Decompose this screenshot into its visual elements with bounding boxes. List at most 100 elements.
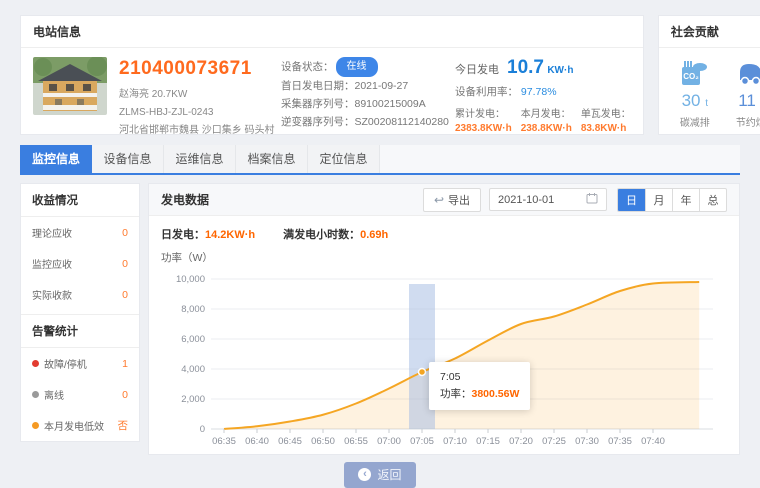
- online-status-badge: 在线: [336, 57, 378, 77]
- svg-text:07:10: 07:10: [443, 436, 467, 447]
- station-address: 河北省邯郸市魏县 沙口集乡 码头村: [119, 122, 269, 140]
- station-owner: 赵海亮 20.7KW: [119, 86, 269, 104]
- coal-label: 节约煤: [723, 114, 760, 129]
- fault-dot-icon: [32, 360, 39, 367]
- collector-serial-label: 采集器序列号：: [281, 95, 355, 113]
- fault-label: 故障/停机: [44, 360, 87, 371]
- svg-text:07:15: 07:15: [476, 436, 500, 447]
- tab-location[interactable]: 定位信息: [308, 145, 380, 173]
- offline-dot-icon: [32, 391, 39, 398]
- income-row-theoretical: 理论应收 0: [21, 217, 139, 248]
- income-panel-title: 收益情况: [21, 184, 139, 217]
- collector-serial-value: 89100215009A: [355, 95, 426, 113]
- date-value: 2021-10-01: [498, 194, 554, 206]
- utilization-value: 97.78%: [521, 86, 557, 98]
- svg-text:8,000: 8,000: [181, 304, 205, 315]
- alarm-row-fault: 故障/停机 1: [21, 348, 139, 379]
- device-status-label: 设备状态：: [281, 58, 334, 76]
- month-generation-label: 本月发电：: [521, 107, 572, 123]
- back-button[interactable]: ‹ 返回: [344, 462, 415, 488]
- station-id: 210400073671: [119, 58, 269, 80]
- alarm-row-inefficiency: 本月发电低效 否: [21, 410, 139, 441]
- social-contribution-card: 社会贡献 CO₂ 30 t 碳减排: [658, 15, 760, 135]
- full-hours-value: 0.69h: [360, 229, 388, 241]
- tab-bar: 监控信息 设备信息 运维信息 档案信息 定位信息: [20, 145, 740, 175]
- co2-label: 碳减排: [667, 114, 723, 129]
- total-generation-label: 累计发电：: [455, 107, 512, 123]
- total-generation-value: 2383.8KW·h: [455, 123, 512, 134]
- alarm-panel-title: 告警统计: [21, 314, 139, 348]
- coal-truck-icon: [723, 58, 760, 88]
- monitored-income-value: 0: [122, 258, 128, 270]
- inefficiency-dot-icon: [32, 422, 39, 429]
- today-generation-value: 10.7: [507, 57, 544, 78]
- export-label: 导出: [448, 192, 470, 208]
- full-hours-label: 满发电小时数：: [283, 229, 360, 241]
- theoretical-income-label: 理论应收: [32, 225, 72, 240]
- range-year-button[interactable]: 年: [672, 189, 699, 211]
- daily-generation-label: 日发电：: [161, 229, 205, 241]
- svg-text:07:25: 07:25: [542, 436, 566, 447]
- svg-text:2,000: 2,000: [181, 394, 205, 405]
- generation-data-card: 发电数据 ↩ 导出 2021-10-01 日 月 年 总 日: [148, 183, 740, 455]
- social-card-title: 社会贡献: [659, 16, 760, 48]
- tab-monitoring[interactable]: 监控信息: [20, 145, 92, 173]
- utilization-label: 设备利用率：: [455, 86, 518, 98]
- range-total-button[interactable]: 总: [699, 189, 726, 211]
- tab-equipment[interactable]: 设备信息: [92, 145, 164, 173]
- device-status-row: 设备状态： 在线: [281, 57, 443, 77]
- export-button[interactable]: ↩ 导出: [423, 188, 481, 212]
- month-generation-value: 238.8KW·h: [521, 123, 572, 134]
- station-model-code: ZLMS-HBJ-ZJL-0243: [119, 104, 269, 122]
- daily-generation-stat: 日发电：14.2KW·h: [161, 226, 255, 242]
- summary-panel: 收益情况 理论应收 0 监控应收 0 实际收款 0 告警统计 故障/停机 1 离…: [20, 183, 140, 442]
- actual-income-value: 0: [122, 289, 128, 301]
- station-card-title: 电站信息: [21, 16, 643, 48]
- chart-title: 发电数据: [161, 191, 209, 208]
- utilization-row: 设备利用率： 97.78%: [455, 84, 631, 99]
- tooltip-power-value: 3800.56W: [472, 388, 520, 400]
- svg-text:CO₂: CO₂: [683, 72, 699, 81]
- first-gen-date-value: 2021-09-27: [355, 77, 409, 95]
- svg-text:0: 0: [200, 424, 205, 435]
- inverter-serial-label: 逆变器序列号：: [281, 113, 355, 131]
- date-picker[interactable]: 2021-10-01: [489, 188, 607, 211]
- svg-text:06:50: 06:50: [311, 436, 335, 447]
- svg-text:06:45: 06:45: [278, 436, 302, 447]
- co2-value: 30: [682, 91, 701, 110]
- tab-archive[interactable]: 档案信息: [236, 145, 308, 173]
- tab-operation[interactable]: 运维信息: [164, 145, 236, 173]
- chart-tooltip: 7:05 功率：3800.56W: [429, 362, 530, 410]
- income-row-actual: 实际收款 0: [21, 279, 139, 310]
- alarm-row-offline: 离线 0: [21, 379, 139, 410]
- svg-text:07:20: 07:20: [509, 436, 533, 447]
- svg-text:06:55: 06:55: [344, 436, 368, 447]
- station-info-card: 电站信息 21040007367: [20, 15, 644, 135]
- svg-text:07:30: 07:30: [575, 436, 599, 447]
- generation-chart[interactable]: 02,0004,0006,0008,00010,00006:3506:4006:…: [161, 267, 721, 449]
- range-day-button[interactable]: 日: [618, 189, 645, 211]
- svg-text:07:35: 07:35: [608, 436, 632, 447]
- co2-icon: CO₂: [667, 58, 723, 88]
- back-label: 返回: [377, 466, 401, 483]
- theoretical-income-value: 0: [122, 227, 128, 239]
- co2-reduction-item: CO₂ 30 t 碳减排: [667, 58, 723, 129]
- per-watt-generation-item: 单瓦发电： 83.8KW·h: [581, 107, 631, 134]
- offline-count: 0: [122, 389, 128, 401]
- svg-text:06:35: 06:35: [212, 436, 236, 447]
- full-hours-stat: 满发电小时数：0.69h: [283, 226, 388, 242]
- today-generation-label: 今日发电: [455, 61, 499, 77]
- svg-text:10,000: 10,000: [176, 274, 205, 285]
- svg-text:07:00: 07:00: [377, 436, 401, 447]
- export-arrow-icon: ↩: [434, 195, 444, 205]
- inverter-serial-row: 逆变器序列号： SZ00208112140280: [281, 113, 443, 131]
- monitored-income-label: 监控应收: [32, 256, 72, 271]
- svg-text:6,000: 6,000: [181, 334, 205, 345]
- actual-income-label: 实际收款: [32, 287, 72, 302]
- svg-text:4,000: 4,000: [181, 364, 205, 375]
- first-gen-date-label: 首日发电日期：: [281, 77, 355, 95]
- inefficiency-label: 本月发电低效: [44, 422, 104, 433]
- inverter-serial-value: SZ00208112140280: [355, 113, 449, 131]
- range-month-button[interactable]: 月: [645, 189, 672, 211]
- per-watt-generation-value: 83.8KW·h: [581, 123, 631, 134]
